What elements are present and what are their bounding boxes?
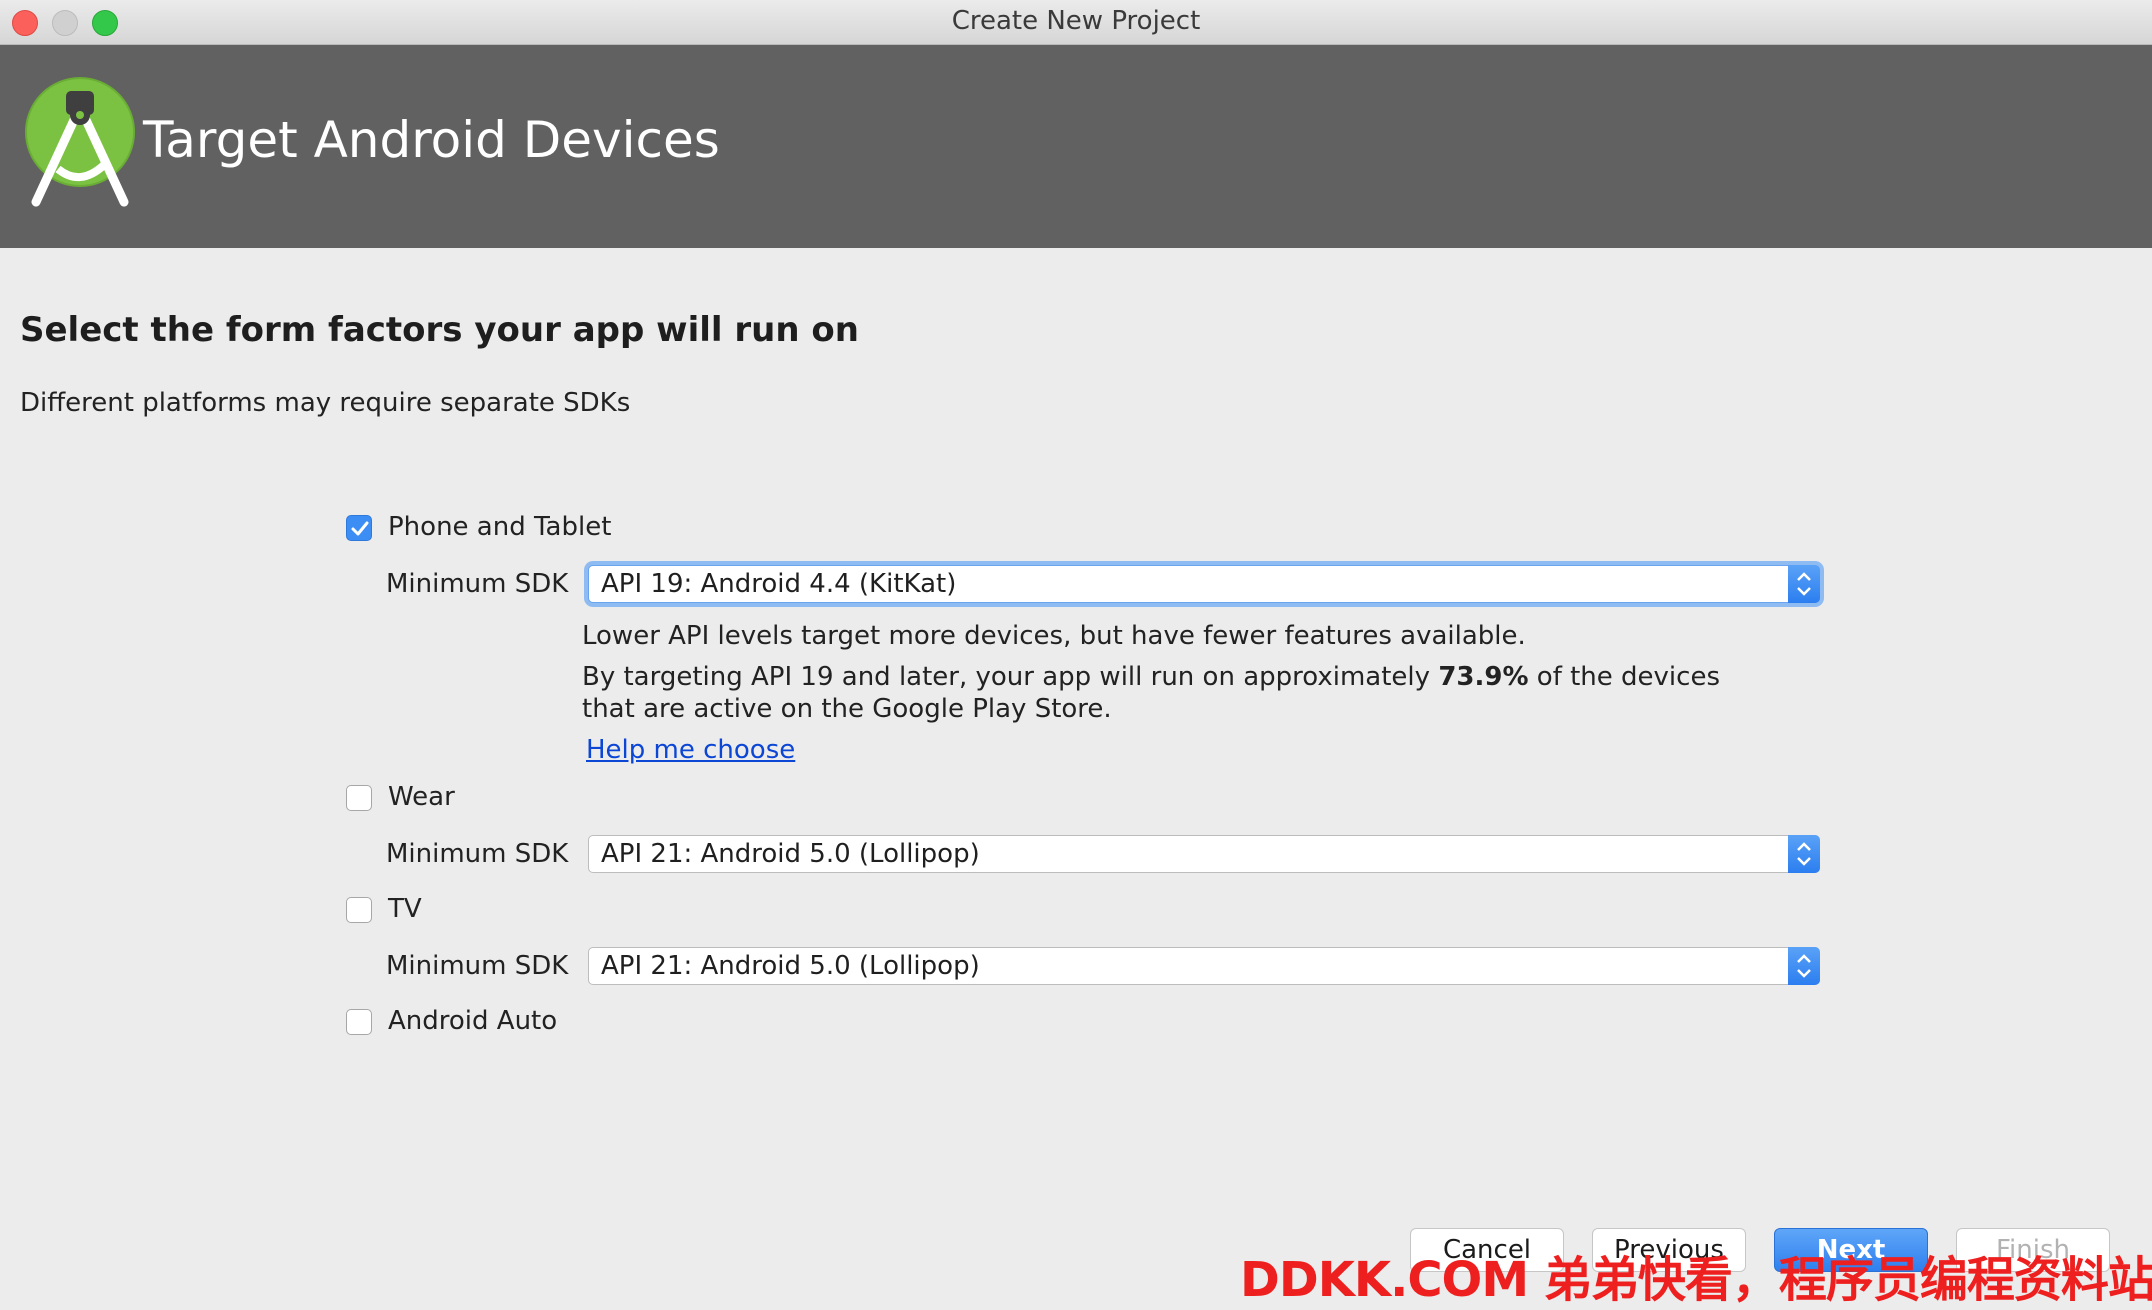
wear-checkbox[interactable] <box>346 785 372 811</box>
tv-label[interactable]: TV <box>388 894 422 924</box>
phone-min-sdk-label: Minimum SDK <box>386 569 569 599</box>
select-stepper-icon <box>1788 947 1820 985</box>
select-stepper-icon <box>1788 835 1820 873</box>
page-subheading: Different platforms may require separate… <box>20 388 631 418</box>
phone-tablet-checkbox[interactable] <box>346 515 372 541</box>
watermark-text: DDKK.COM 弟弟快看，程序员编程资料站 <box>1240 1252 2152 1308</box>
banner-title: Target Android Devices <box>143 111 720 169</box>
android-auto-checkbox[interactable] <box>346 1009 372 1035</box>
android-studio-icon <box>25 77 135 207</box>
device-coverage-percent: 73.9% <box>1438 662 1529 692</box>
page-heading: Select the form factors your app will ru… <box>20 310 859 350</box>
api-info-line1: Lower API levels target more devices, bu… <box>582 621 1526 651</box>
phone-min-sdk-select[interactable]: API 19: Android 4.4 (KitKat) <box>588 565 1820 603</box>
wear-min-sdk-value: API 21: Android 5.0 (Lollipop) <box>601 839 980 869</box>
tv-checkbox[interactable] <box>346 897 372 923</box>
api-info-prefix: By targeting API 19 and later, your app … <box>582 662 1439 692</box>
select-stepper-icon <box>1788 565 1820 603</box>
wear-label[interactable]: Wear <box>388 782 455 812</box>
header-banner: Target Android Devices <box>0 45 2152 248</box>
title-bar: Create New Project <box>0 0 2152 45</box>
tv-min-sdk-select[interactable]: API 21: Android 5.0 (Lollipop) <box>588 947 1820 985</box>
android-auto-label[interactable]: Android Auto <box>388 1006 557 1036</box>
api-info-line2: By targeting API 19 and later, your app … <box>582 662 1720 692</box>
wear-min-sdk-select[interactable]: API 21: Android 5.0 (Lollipop) <box>588 835 1820 873</box>
wear-min-sdk-label: Minimum SDK <box>386 839 569 869</box>
phone-min-sdk-value: API 19: Android 4.4 (KitKat) <box>601 569 957 599</box>
window-title: Create New Project <box>951 6 1201 36</box>
help-me-choose-link[interactable]: Help me choose <box>586 735 795 765</box>
tv-min-sdk-value: API 21: Android 5.0 (Lollipop) <box>601 951 980 981</box>
tv-min-sdk-label: Minimum SDK <box>386 951 569 981</box>
api-info-line3: that are active on the Google Play Store… <box>582 694 1112 724</box>
phone-tablet-label[interactable]: Phone and Tablet <box>388 512 611 542</box>
api-info-suffix: of the devices <box>1528 662 1720 692</box>
checkmark-icon <box>351 521 369 536</box>
